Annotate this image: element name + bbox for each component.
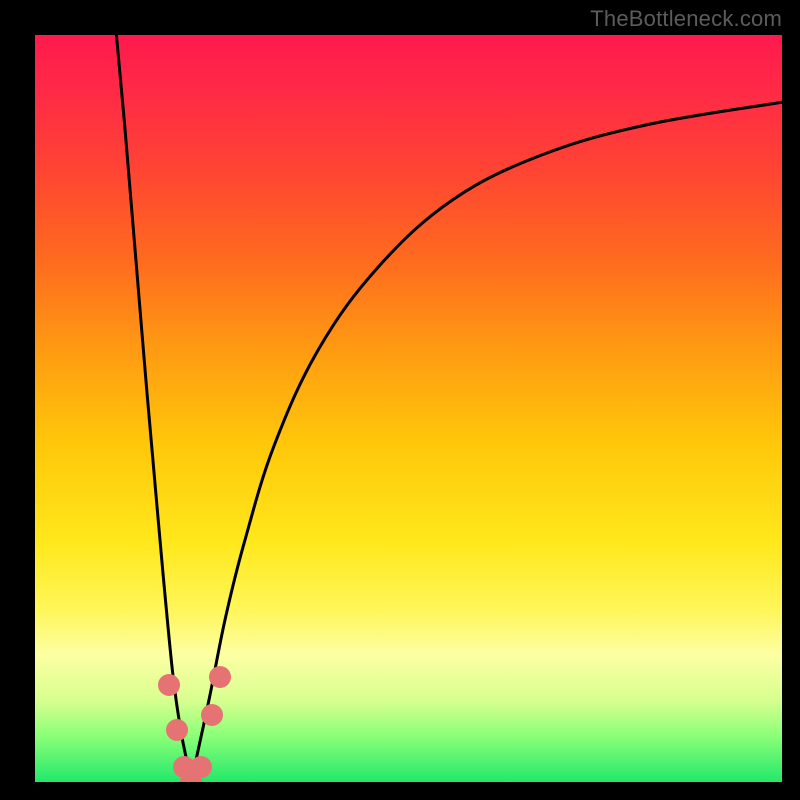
bottleneck-curve [35, 35, 782, 782]
chart-frame: TheBottleneck.com [0, 0, 800, 800]
curve-right-branch [191, 102, 782, 782]
curve-left-branch [116, 35, 191, 782]
data-marker [209, 666, 231, 688]
data-marker [166, 719, 188, 741]
data-marker [201, 704, 223, 726]
plot-area [35, 35, 782, 782]
data-marker [158, 674, 180, 696]
attribution-text: TheBottleneck.com [590, 6, 782, 32]
data-marker [190, 756, 212, 778]
